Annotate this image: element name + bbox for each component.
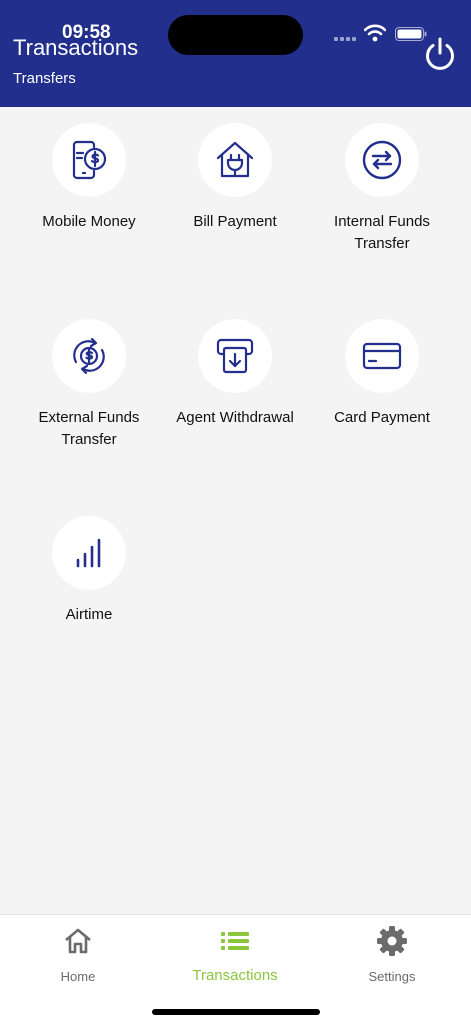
agent-withdrawal-tile[interactable]: Agent Withdrawal [162, 319, 308, 429]
tile-label: Internal Funds Transfer [334, 213, 430, 252]
page-subtitle: Transfers [13, 70, 76, 87]
bill-payment-tile[interactable]: Bill Payment [162, 123, 308, 233]
nav-label: Settings [368, 969, 416, 984]
nav-transactions[interactable]: Transactions [175, 925, 295, 984]
cellular-signal-icon [334, 37, 356, 41]
airtime-tile[interactable]: Airtime [16, 516, 162, 626]
tile-label: Card Payment [334, 409, 430, 426]
app-header: 09:58 Transactions Transfers [0, 0, 471, 107]
tile-label: Airtime [65, 606, 113, 623]
external-transfer-icon [73, 337, 105, 375]
card-icon [362, 342, 402, 370]
power-icon[interactable] [422, 36, 458, 72]
internal-funds-transfer-tile[interactable]: Internal Funds Transfer [309, 123, 455, 255]
wifi-icon [364, 24, 386, 42]
tile-label: External Funds Transfer [38, 409, 140, 448]
nav-label: Transactions [192, 967, 278, 984]
bill-payment-icon [216, 141, 254, 178]
internal-transfer-icon [362, 140, 402, 180]
nav-settings[interactable]: Settings [332, 925, 452, 984]
mobile-money-icon [72, 140, 107, 180]
gear-icon [377, 926, 407, 956]
list-icon [221, 932, 249, 950]
signal-bars-icon [76, 538, 101, 568]
tile-label: Bill Payment [193, 213, 277, 230]
home-icon [65, 928, 91, 954]
page-title: Transactions [13, 35, 139, 60]
dynamic-island [168, 15, 303, 55]
tile-label: Mobile Money [42, 213, 136, 230]
nav-label: Home [60, 969, 96, 984]
agent-withdrawal-icon [216, 338, 254, 374]
nav-home[interactable]: Home [18, 925, 138, 984]
home-indicator [152, 1009, 320, 1015]
mobile-money-tile[interactable]: Mobile Money [16, 123, 162, 233]
bottom-nav: Home Transactions Settings [0, 914, 471, 1024]
external-funds-transfer-tile[interactable]: External Funds Transfer [16, 319, 162, 451]
card-payment-tile[interactable]: Card Payment [309, 319, 455, 429]
tile-label: Agent Withdrawal [176, 409, 294, 426]
